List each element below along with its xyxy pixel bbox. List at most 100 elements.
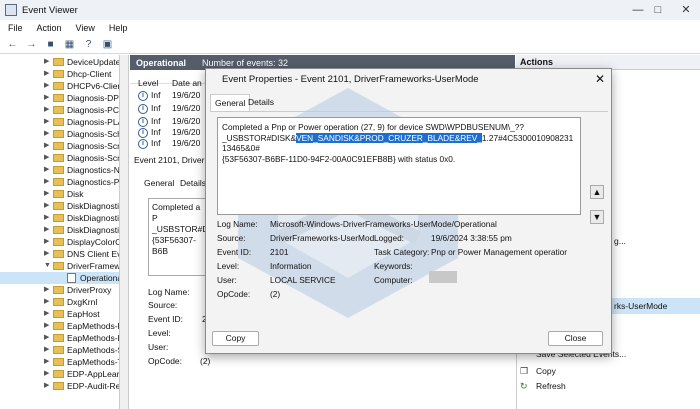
folder-up-icon[interactable]: ■ (44, 39, 57, 51)
close-button[interactable]: Close (548, 331, 603, 346)
tree-item[interactable]: ▶ EapMethods-S (0, 344, 119, 356)
action-refresh[interactable]: Refresh (536, 381, 566, 391)
tree-item[interactable]: ▶ DHCPv6-Client (0, 80, 119, 92)
field-logged-label: Logged: (374, 233, 404, 243)
tree-item-operational[interactable]: Operationa (0, 272, 119, 284)
event-row[interactable]: i Inf 19/6/20 (130, 102, 210, 115)
tree-item[interactable]: ▶ Diagnosis-PLA (0, 116, 119, 128)
tab-details-lower[interactable]: Details (180, 178, 206, 188)
action-copy[interactable]: Copy (536, 366, 556, 376)
console-tree-icon[interactable]: ▦ (63, 39, 76, 51)
tree-item[interactable]: ▶ EapMethods-R (0, 320, 119, 332)
column-date[interactable]: Date an (172, 78, 202, 88)
folder-icon (53, 202, 64, 210)
field-event-id-label: Event ID: (217, 247, 252, 257)
tree-item[interactable]: ▶DeviceUpdateA (0, 56, 119, 68)
event-description-preview: Completed a P _USBSTOR#DIS {53F56307-B6B (148, 198, 210, 276)
field-keywords-label: Keywords: (374, 261, 413, 271)
opcode-value: (2) (200, 356, 211, 366)
field-level-value: Information (270, 261, 312, 271)
tree-item[interactable]: ▶DNS Client Eve (0, 248, 119, 260)
next-event-button[interactable]: ▼ (590, 210, 604, 224)
folder-icon (53, 238, 64, 246)
tab-details[interactable]: Details (244, 94, 278, 111)
tree-item[interactable]: ▶ EapHost (0, 308, 119, 320)
selected-text: VEN_SANDISK&PROD_CRUZER_BLADE&REV_ (296, 132, 482, 143)
field-level-label: Level: (217, 261, 240, 271)
panel-icon[interactable]: ▣ (101, 39, 114, 51)
arrow-up-icon: ▲ (592, 187, 602, 197)
refresh-icon: ↻ (520, 381, 528, 391)
tree-item[interactable]: ▶ DiskDiagnostic (0, 212, 119, 224)
folder-icon (53, 58, 64, 66)
tree-item[interactable]: ▶ EDP-Audit-Re (0, 380, 119, 392)
field-computer-label: Computer: (374, 275, 413, 285)
menu-file[interactable]: File (8, 23, 23, 33)
dialog-title: Event Properties - Event 2101, DriverFra… (222, 73, 479, 85)
log-name: Operational (136, 57, 187, 68)
tree-item[interactable]: ▶EDP-AppLearni (0, 368, 119, 380)
tree-scrollbar[interactable] (120, 55, 129, 409)
console-tree: ▶DeviceUpdateA ▶Dhcp-Client ▶DHCPv6-Clie… (0, 55, 120, 409)
window-title: Event Viewer (22, 4, 78, 16)
menu-action[interactable]: Action (37, 23, 62, 33)
folder-icon (53, 118, 64, 126)
folder-icon (53, 286, 64, 294)
folder-icon (53, 346, 64, 354)
tree-item[interactable]: ▶ Disk (0, 188, 119, 200)
tree-item[interactable]: ▶DisplayColorCa (0, 236, 119, 248)
tree-item[interactable]: ▶ Diagnostics-Pe (0, 176, 119, 188)
tree-item[interactable]: ▶ Dhcp-Client (0, 68, 119, 80)
folder-icon (53, 262, 64, 270)
tree-item[interactable]: ▶ EapMethods-T (0, 356, 119, 368)
field-user-label: User: (217, 275, 237, 285)
info-icon: i (138, 104, 148, 114)
forward-arrow-icon[interactable]: → (25, 39, 38, 51)
help-icon[interactable]: ? (82, 39, 95, 51)
folder-icon (53, 106, 64, 114)
tree-item[interactable]: ▶ EapMethods-R (0, 332, 119, 344)
column-level[interactable]: Level (138, 78, 158, 88)
label-opcode: OpCode: (148, 356, 183, 366)
close-window-icon[interactable]: ✕ (666, 0, 700, 20)
menu-bar: File Action View Help (0, 20, 700, 36)
folder-icon (53, 190, 64, 198)
arrow-down-icon: ▼ (592, 212, 602, 222)
tree-item[interactable]: ▼ DriverFramewo (0, 260, 119, 272)
action-partial[interactable]: g... (614, 236, 626, 246)
tree-item[interactable]: ▶ DxgKrnl (0, 296, 119, 308)
field-log-name-label: Log Name: (217, 219, 258, 229)
tree-item[interactable]: ▶ DiskDiagnostic (0, 224, 119, 236)
field-source-label: Source: (217, 233, 246, 243)
tree-item[interactable]: ▶ Diagnosis-Scri (0, 152, 119, 164)
tree-item[interactable]: ▶Diagnosis-PCW (0, 104, 119, 116)
tab-general-lower[interactable]: General (144, 178, 174, 188)
event-description[interactable]: Completed a Pnp or Power operation (27, … (217, 117, 581, 215)
folder-icon (53, 358, 64, 366)
tree-item[interactable]: ▶ Diagnostics-Ne (0, 164, 119, 176)
info-icon: i (138, 91, 148, 101)
tree-item[interactable]: ▶ Diagnosis-Scri (0, 140, 119, 152)
event-row[interactable]: i Inf 19/6/20 (130, 89, 210, 102)
tree-item[interactable]: ▶ DriverProxy (0, 284, 119, 296)
field-source-value: DriverFrameworks-UserMod (270, 233, 375, 243)
label-event-id: Event ID: (148, 314, 183, 324)
copy-icon: ❐ (520, 366, 529, 376)
folder-icon (53, 94, 64, 102)
event-row[interactable]: i Inf 19/6/20 (130, 137, 210, 150)
folder-icon (53, 298, 64, 306)
copy-button[interactable]: Copy (212, 331, 259, 346)
label-source: Source: (148, 300, 178, 310)
tree-item[interactable]: ▶Diagnosis-Sche (0, 128, 119, 140)
dialog-close-icon[interactable]: ✕ (591, 70, 609, 88)
log-icon (67, 273, 76, 283)
folder-icon (53, 310, 64, 318)
back-arrow-icon[interactable]: ← (6, 39, 19, 51)
previous-event-button[interactable]: ▲ (590, 185, 604, 199)
menu-view[interactable]: View (76, 23, 95, 33)
tree-item[interactable]: ▶ DiskDiagnostic (0, 200, 119, 212)
menu-help[interactable]: Help (109, 23, 128, 33)
folder-icon (53, 130, 64, 138)
tree-item[interactable]: ▶ Diagnosis-DPS (0, 92, 119, 104)
info-icon: i (138, 139, 148, 149)
